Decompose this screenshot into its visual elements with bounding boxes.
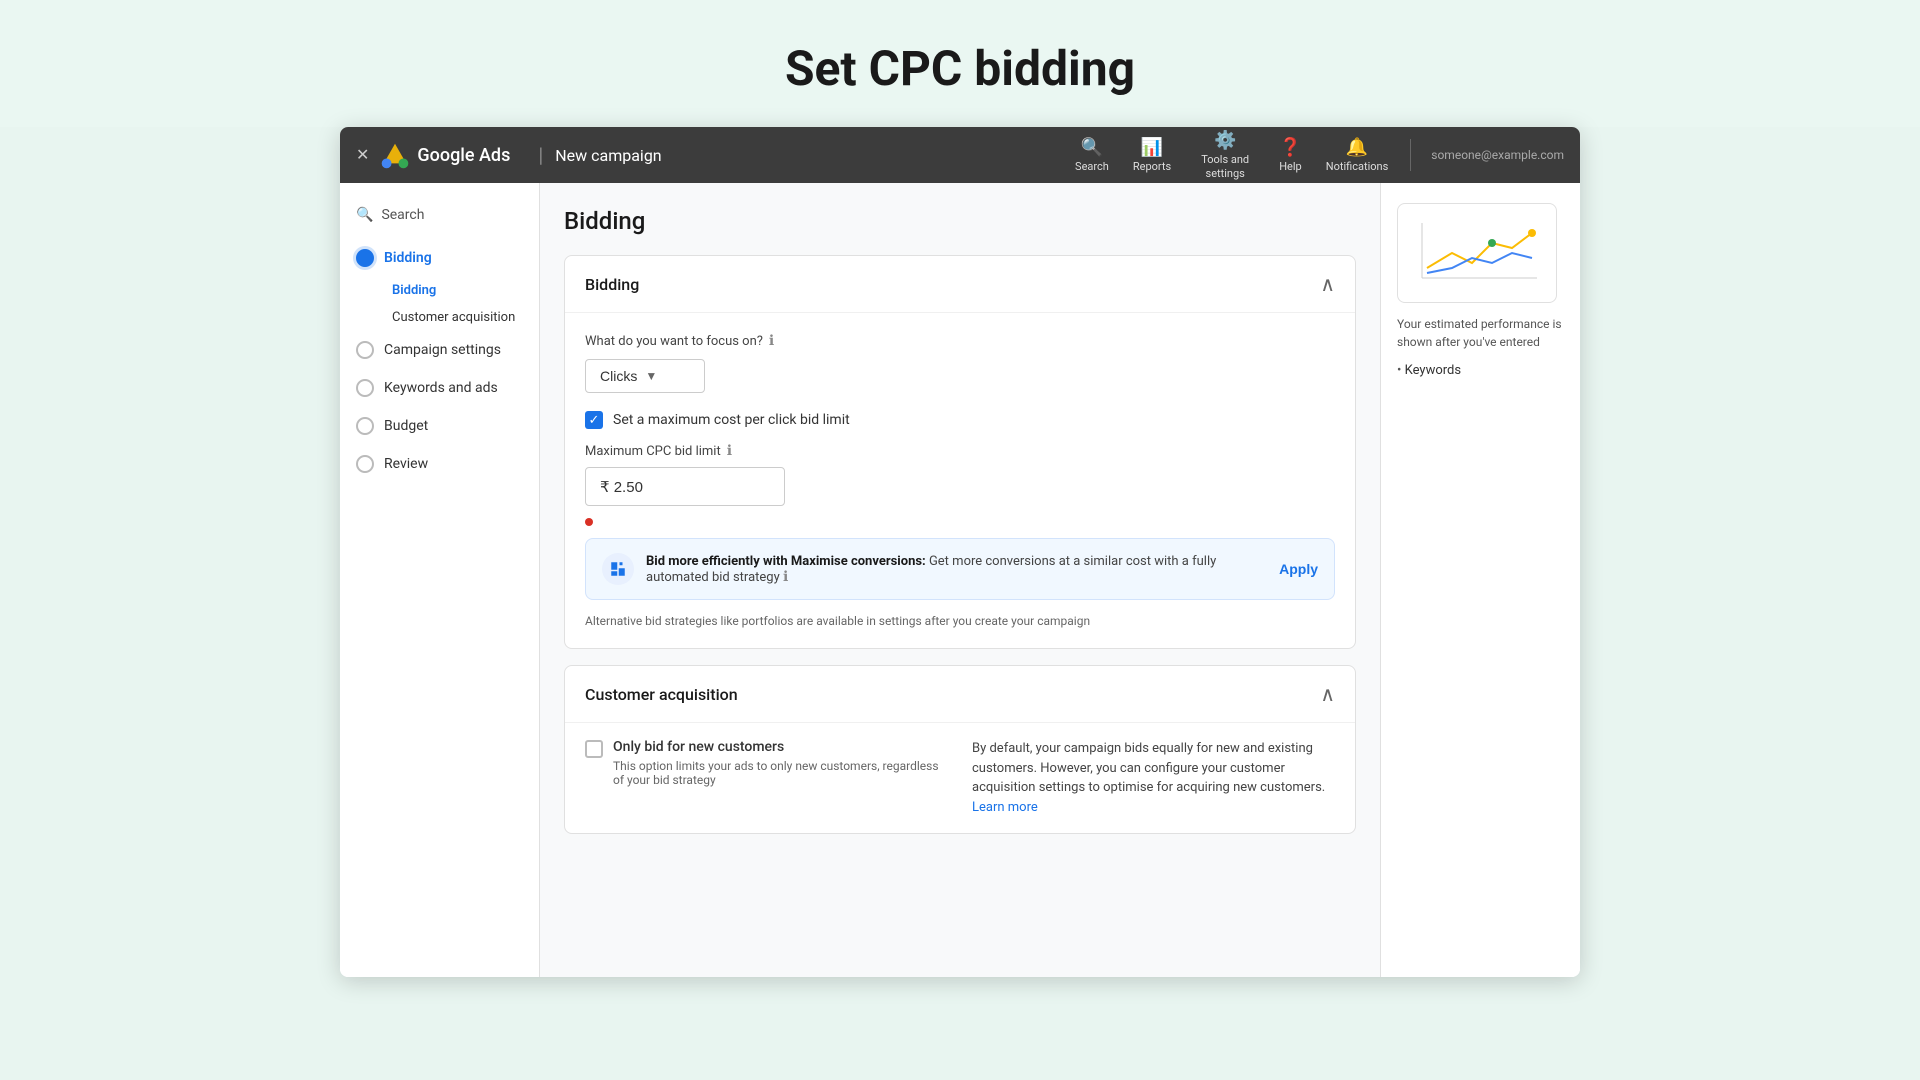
right-panel: Your estimated performance is shown afte…	[1380, 183, 1580, 977]
cpc-input-field[interactable]	[585, 467, 785, 506]
customer-acquisition-row: Only bid for new customers This option l…	[585, 739, 1335, 817]
reports-nav-label: Reports	[1133, 160, 1171, 173]
notifications-icon: 🔔	[1346, 137, 1368, 158]
max-cpc-checkbox-row: ✓ Set a maximum cost per click bid limit	[585, 411, 1335, 429]
search-nav-label: Search	[1075, 160, 1109, 173]
checkbox-check-icon: ✓	[589, 413, 600, 428]
customer-acquisition-left: Only bid for new customers This option l…	[585, 739, 948, 787]
performance-note: Your estimated performance is shown afte…	[1397, 315, 1564, 351]
customer-acquisition-card-header: Customer acquisition ∧	[565, 666, 1355, 723]
dropdown-arrow-icon: ▼	[645, 369, 657, 383]
bidding-card: Bidding ∧ What do you want to focus on? …	[564, 255, 1356, 649]
profile-area[interactable]: someone@example.com	[1431, 148, 1564, 162]
max-cpc-info-icon[interactable]: ℹ	[727, 443, 732, 459]
sidebar-item-keywords-and-ads[interactable]: Keywords and ads	[340, 369, 527, 407]
sidebar-item-review[interactable]: Review	[340, 445, 527, 483]
keywords-ads-circle-icon	[356, 379, 374, 397]
campaign-name: New campaign	[555, 146, 661, 165]
tools-nav-item[interactable]: ⚙️ Tools and settings	[1185, 127, 1265, 186]
tools-nav-label: Tools and settings	[1195, 153, 1255, 179]
bid-banner-text: Bid more efficiently with Maximise conve…	[646, 554, 1267, 585]
new-customers-checkbox-row: Only bid for new customers This option l…	[585, 739, 948, 787]
sidebar: 🔍 Search Bidding Bidding Customer acquis…	[340, 183, 540, 977]
performance-chart-svg	[1407, 213, 1547, 293]
focus-dropdown[interactable]: Clicks ▼	[585, 359, 705, 393]
top-nav: ✕ Google Ads | New campaign 🔍 Search 📊 R…	[340, 127, 1580, 183]
sidebar-item-campaign-settings[interactable]: Campaign settings	[340, 331, 527, 369]
bidding-card-body: What do you want to focus on? ℹ Clicks ▼…	[565, 313, 1355, 648]
bidding-card-header: Bidding ∧	[565, 256, 1355, 313]
customer-acquisition-body: Only bid for new customers This option l…	[565, 723, 1355, 833]
new-customers-sublabel: This option limits your ads to only new …	[613, 759, 948, 787]
nav-icons: 🔍 Search 📊 Reports ⚙️ Tools and settings…	[1065, 127, 1564, 186]
new-customers-checkbox[interactable]	[585, 740, 603, 758]
page-title: Set CPC bidding	[0, 40, 1920, 97]
alt-bid-note: Alternative bid strategies like portfoli…	[585, 614, 1335, 628]
search-nav-item[interactable]: 🔍 Search	[1065, 131, 1119, 179]
customer-acquisition-collapse-icon[interactable]: ∧	[1320, 682, 1335, 706]
help-icon: ❓	[1279, 137, 1301, 158]
sidebar-bidding-label: Bidding	[384, 250, 432, 266]
content-area: Bidding Bidding ∧ What do you want to fo…	[540, 183, 1380, 977]
focus-dropdown-value: Clicks	[600, 368, 637, 384]
nav-icon-divider	[1410, 139, 1411, 171]
nav-divider: |	[538, 143, 543, 167]
bid-banner-bold-text: Bid more efficiently with Maximise conve…	[646, 554, 926, 569]
bid-suggestion-banner: Bid more efficiently with Maximise conve…	[585, 538, 1335, 600]
review-circle-icon	[356, 455, 374, 473]
tools-icon: ⚙️	[1214, 130, 1236, 151]
reports-icon: 📊	[1141, 137, 1163, 158]
sidebar-campaign-settings-label: Campaign settings	[384, 342, 501, 358]
new-customers-label: Only bid for new customers	[613, 739, 948, 755]
performance-chart-placeholder	[1397, 203, 1557, 303]
notifications-nav-item[interactable]: 🔔 Notifications	[1316, 131, 1399, 179]
bidding-card-collapse-icon[interactable]: ∧	[1320, 272, 1335, 296]
max-cpc-checkbox-label: Set a maximum cost per click bid limit	[613, 412, 850, 428]
app-logo: Google Ads	[381, 141, 510, 169]
focus-label: What do you want to focus on? ℹ	[585, 333, 1335, 349]
sidebar-sub-items: Bidding Customer acquisition	[340, 277, 539, 331]
customer-acquisition-description: By default, your campaign bids equally f…	[972, 741, 1325, 795]
campaign-settings-circle-icon	[356, 341, 374, 359]
customer-acquisition-card: Customer acquisition ∧ Only bid for new …	[564, 665, 1356, 834]
focus-info-icon[interactable]: ℹ	[769, 333, 774, 349]
performance-list-item-keywords: Keywords	[1397, 361, 1461, 380]
main-content: 🔍 Search Bidding Bidding Customer acquis…	[340, 183, 1580, 977]
max-cpc-checkbox[interactable]: ✓	[585, 411, 603, 429]
page-title-area: Set CPC bidding	[0, 0, 1920, 127]
customer-acquisition-title: Customer acquisition	[585, 685, 738, 704]
help-nav-label: Help	[1279, 160, 1302, 173]
sidebar-item-bidding[interactable]: Bidding	[340, 239, 527, 277]
search-icon: 🔍	[1081, 137, 1103, 158]
max-cpc-label: Maximum CPC bid limit ℹ	[585, 443, 1335, 459]
help-nav-item[interactable]: ❓ Help	[1269, 131, 1312, 179]
app-name: Google Ads	[417, 145, 510, 166]
maximise-conversions-icon	[609, 560, 627, 578]
sidebar-sub-customer-acquisition[interactable]: Customer acquisition	[384, 304, 539, 331]
close-button[interactable]: ✕	[356, 145, 369, 165]
customer-acquisition-right: By default, your campaign bids equally f…	[972, 739, 1335, 817]
budget-circle-icon	[356, 417, 374, 435]
bidding-circle-icon	[356, 249, 374, 267]
sidebar-sub-bidding[interactable]: Bidding	[384, 277, 539, 304]
learn-more-link[interactable]: Learn more	[972, 800, 1038, 815]
app-window: ✕ Google Ads | New campaign 🔍 Search 📊 R…	[340, 127, 1580, 977]
notifications-nav-label: Notifications	[1326, 160, 1389, 173]
sidebar-budget-label: Budget	[384, 418, 428, 434]
sidebar-search-icon: 🔍	[356, 207, 373, 223]
validation-red-dot	[585, 518, 593, 526]
apply-button[interactable]: Apply	[1279, 561, 1318, 577]
reports-nav-item[interactable]: 📊 Reports	[1123, 131, 1181, 179]
content-title: Bidding	[564, 207, 1356, 235]
performance-list: Keywords	[1397, 361, 1461, 380]
sidebar-review-label: Review	[384, 456, 428, 472]
bid-banner-info-icon[interactable]: ℹ	[783, 569, 788, 585]
google-ads-logo-icon	[381, 141, 409, 169]
sidebar-keywords-ads-label: Keywords and ads	[384, 380, 498, 396]
bidding-card-title: Bidding	[585, 275, 639, 294]
bid-banner-icon	[602, 553, 634, 585]
sidebar-item-budget[interactable]: Budget	[340, 407, 527, 445]
sidebar-search-item[interactable]: 🔍 Search	[340, 199, 539, 231]
sidebar-search-label: Search	[381, 207, 424, 223]
